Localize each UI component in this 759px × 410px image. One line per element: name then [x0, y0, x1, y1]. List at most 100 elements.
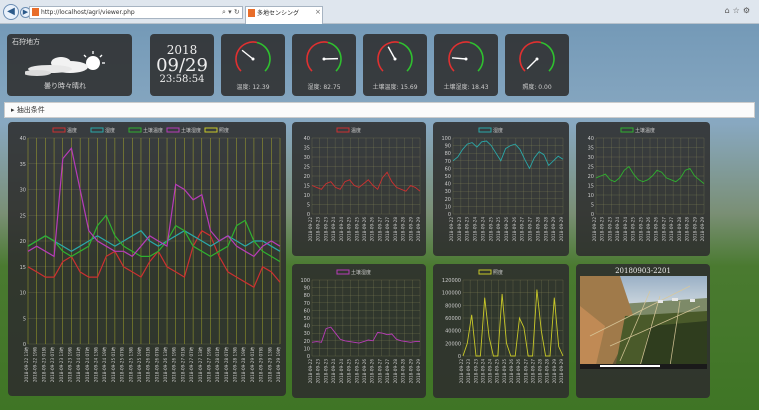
- refresh-icon[interactable]: ↻: [234, 8, 240, 16]
- y-tick-label: 100: [441, 136, 451, 142]
- y-tick-label: 90: [445, 144, 451, 150]
- gear-icon[interactable]: ⚙: [743, 6, 753, 15]
- y-tick-label: 10: [445, 204, 451, 210]
- x-tick-label: 2018-09-29: [416, 359, 421, 384]
- legend-label: 土壌湿度: [351, 269, 371, 276]
- y-tick-label: 10: [20, 291, 26, 297]
- x-tick-label: 2018-09-24: [488, 359, 493, 384]
- field-camera-photo[interactable]: [580, 276, 707, 369]
- dropdown-icon[interactable]: ▾: [228, 8, 232, 16]
- x-tick-label: 2018-09-29: [408, 217, 413, 242]
- weather-forecast: 曇り時々晴れ: [44, 82, 86, 90]
- x-tick-label: 2018-09-29: [416, 217, 421, 242]
- address-bar-icons[interactable]: ⌕ ▾ ↻: [222, 6, 240, 18]
- x-tick-label: 2018-09-23: [316, 217, 321, 242]
- temp-gauge: [235, 41, 271, 72]
- humid-chart: 湿度01020304050607080901002018-09-22 2018-0…: [441, 127, 564, 242]
- x-tick-label: 2018-09-23: [323, 359, 328, 384]
- filter-conditions-bar[interactable]: ▸ 抽出条件: [4, 102, 755, 118]
- x-tick-label: 2018-09-26 13時: [163, 346, 168, 382]
- y-tick-label: 20000: [445, 341, 461, 347]
- x-tick-label: 2018-09-26 19時: [172, 346, 177, 382]
- address-bar[interactable]: http://localhost/agri/viewer.php: [29, 6, 243, 19]
- gauge-arc: [519, 41, 542, 72]
- y-tick-label: 15: [304, 184, 310, 190]
- gauge-arc: [469, 41, 484, 72]
- gauge-arc: [256, 41, 271, 72]
- x-tick-label: 2018-09-25: [496, 217, 501, 242]
- x-tick-label: 2018-09-28: [535, 217, 540, 242]
- x-tick-label: 2018-09-26: [512, 217, 517, 242]
- y-tick-label: 35: [20, 162, 26, 168]
- legend-swatch: [478, 269, 492, 275]
- humid-gauge-label: 湿度: 82.75: [307, 84, 341, 91]
- browser-tool-icons[interactable]: ⌂☆⚙: [725, 6, 753, 15]
- x-tick-label: 2018-09-27 19時: [206, 346, 211, 382]
- gauge-arc: [540, 41, 555, 72]
- home-icon[interactable]: ⌂: [725, 6, 733, 15]
- back-arrow-icon[interactable]: ◀: [3, 4, 19, 20]
- y-tick-label: 20: [304, 339, 310, 345]
- x-tick-label: 2018-09-23: [473, 359, 478, 384]
- y-tick-label: 15: [588, 184, 594, 190]
- y-tick-label: 80: [445, 151, 451, 157]
- gauge-needle: [241, 49, 254, 60]
- x-tick-label: 2018-09-26: [362, 217, 367, 242]
- x-tick-label: 2018-09-27: [528, 217, 533, 242]
- y-tick-label: 10: [304, 193, 310, 199]
- tab-close-icon[interactable]: ×: [315, 8, 321, 16]
- gauge-arc: [398, 41, 413, 72]
- y-tick-label: 25: [588, 165, 594, 171]
- caret-right-icon: ▸: [11, 106, 15, 114]
- x-tick-label: 2018-09-28: [393, 359, 398, 384]
- y-tick-label: 100: [300, 278, 310, 284]
- gauge-hub: [535, 57, 539, 61]
- soil-temp-chart: 土壌温度05101520253035402018-09-22 2018-09-23…: [588, 127, 705, 242]
- y-tick-label: 30: [445, 189, 451, 195]
- filter-conditions-label[interactable]: ▸ 抽出条件: [11, 105, 45, 115]
- x-tick-label: 2018-09-24: [615, 217, 620, 242]
- gauge-needle: [451, 57, 467, 60]
- legend-swatch: [478, 127, 492, 133]
- browser-tab[interactable]: 多地センシング: [245, 6, 323, 24]
- humid-gauge: [306, 41, 342, 72]
- x-tick-label: 2018-09-25 07時: [120, 346, 125, 382]
- x-tick-label: 2018-09-29: [408, 359, 413, 384]
- y-tick-label: 20: [445, 197, 451, 203]
- x-tick-label: 2018-09-26 07時: [154, 346, 159, 382]
- gauge-arc: [306, 41, 329, 72]
- gauge-hub: [393, 57, 397, 61]
- x-tick-label: 2018-09-22: [308, 359, 313, 384]
- weather-region: 石狩地方: [12, 38, 40, 46]
- legend-label: 温度: [67, 127, 77, 134]
- y-tick-label: 40: [588, 136, 594, 142]
- star-icon[interactable]: ☆: [733, 6, 743, 15]
- legend-swatch: [620, 127, 634, 133]
- legend-label: 照度: [219, 127, 229, 134]
- y-tick-label: 5: [23, 316, 26, 322]
- y-tick-label: 20: [20, 239, 26, 245]
- legend-label: 土壌温度: [143, 127, 163, 134]
- x-tick-label: 2018-09-25: [347, 217, 352, 242]
- x-tick-label: 2018-09-27: [377, 359, 382, 384]
- x-tick-label: 2018-09-25 01時: [111, 346, 116, 382]
- y-tick-label: 30: [588, 155, 594, 161]
- x-tick-label: 2018-09-27: [520, 217, 525, 242]
- y-tick-label: 50: [445, 174, 451, 180]
- x-tick-label: 2018-09-23: [323, 217, 328, 242]
- lux-chart: 照度0200004000060000800001000001200002018-…: [442, 269, 564, 384]
- x-tick-label: 2018-09-24: [331, 359, 336, 384]
- x-tick-label: 2018-09-29 01時: [250, 346, 255, 382]
- x-tick-label: 2018-09-24: [331, 217, 336, 242]
- y-tick-label: 30: [304, 331, 310, 337]
- date-month-day: 09/29: [156, 55, 208, 76]
- x-tick-label: 2018-09-27: [661, 217, 666, 242]
- y-tick-label: 30: [304, 155, 310, 161]
- search-icon[interactable]: ⌕: [222, 8, 226, 16]
- x-tick-label: 2018-09-29 19時: [276, 346, 281, 382]
- x-tick-label: 2018-09-29: [692, 217, 697, 242]
- gauge-hub: [464, 57, 468, 61]
- x-tick-label: 2018-09-26: [504, 217, 509, 242]
- x-tick-label: 2018-09-25: [488, 217, 493, 242]
- y-tick-label: 5: [307, 203, 310, 209]
